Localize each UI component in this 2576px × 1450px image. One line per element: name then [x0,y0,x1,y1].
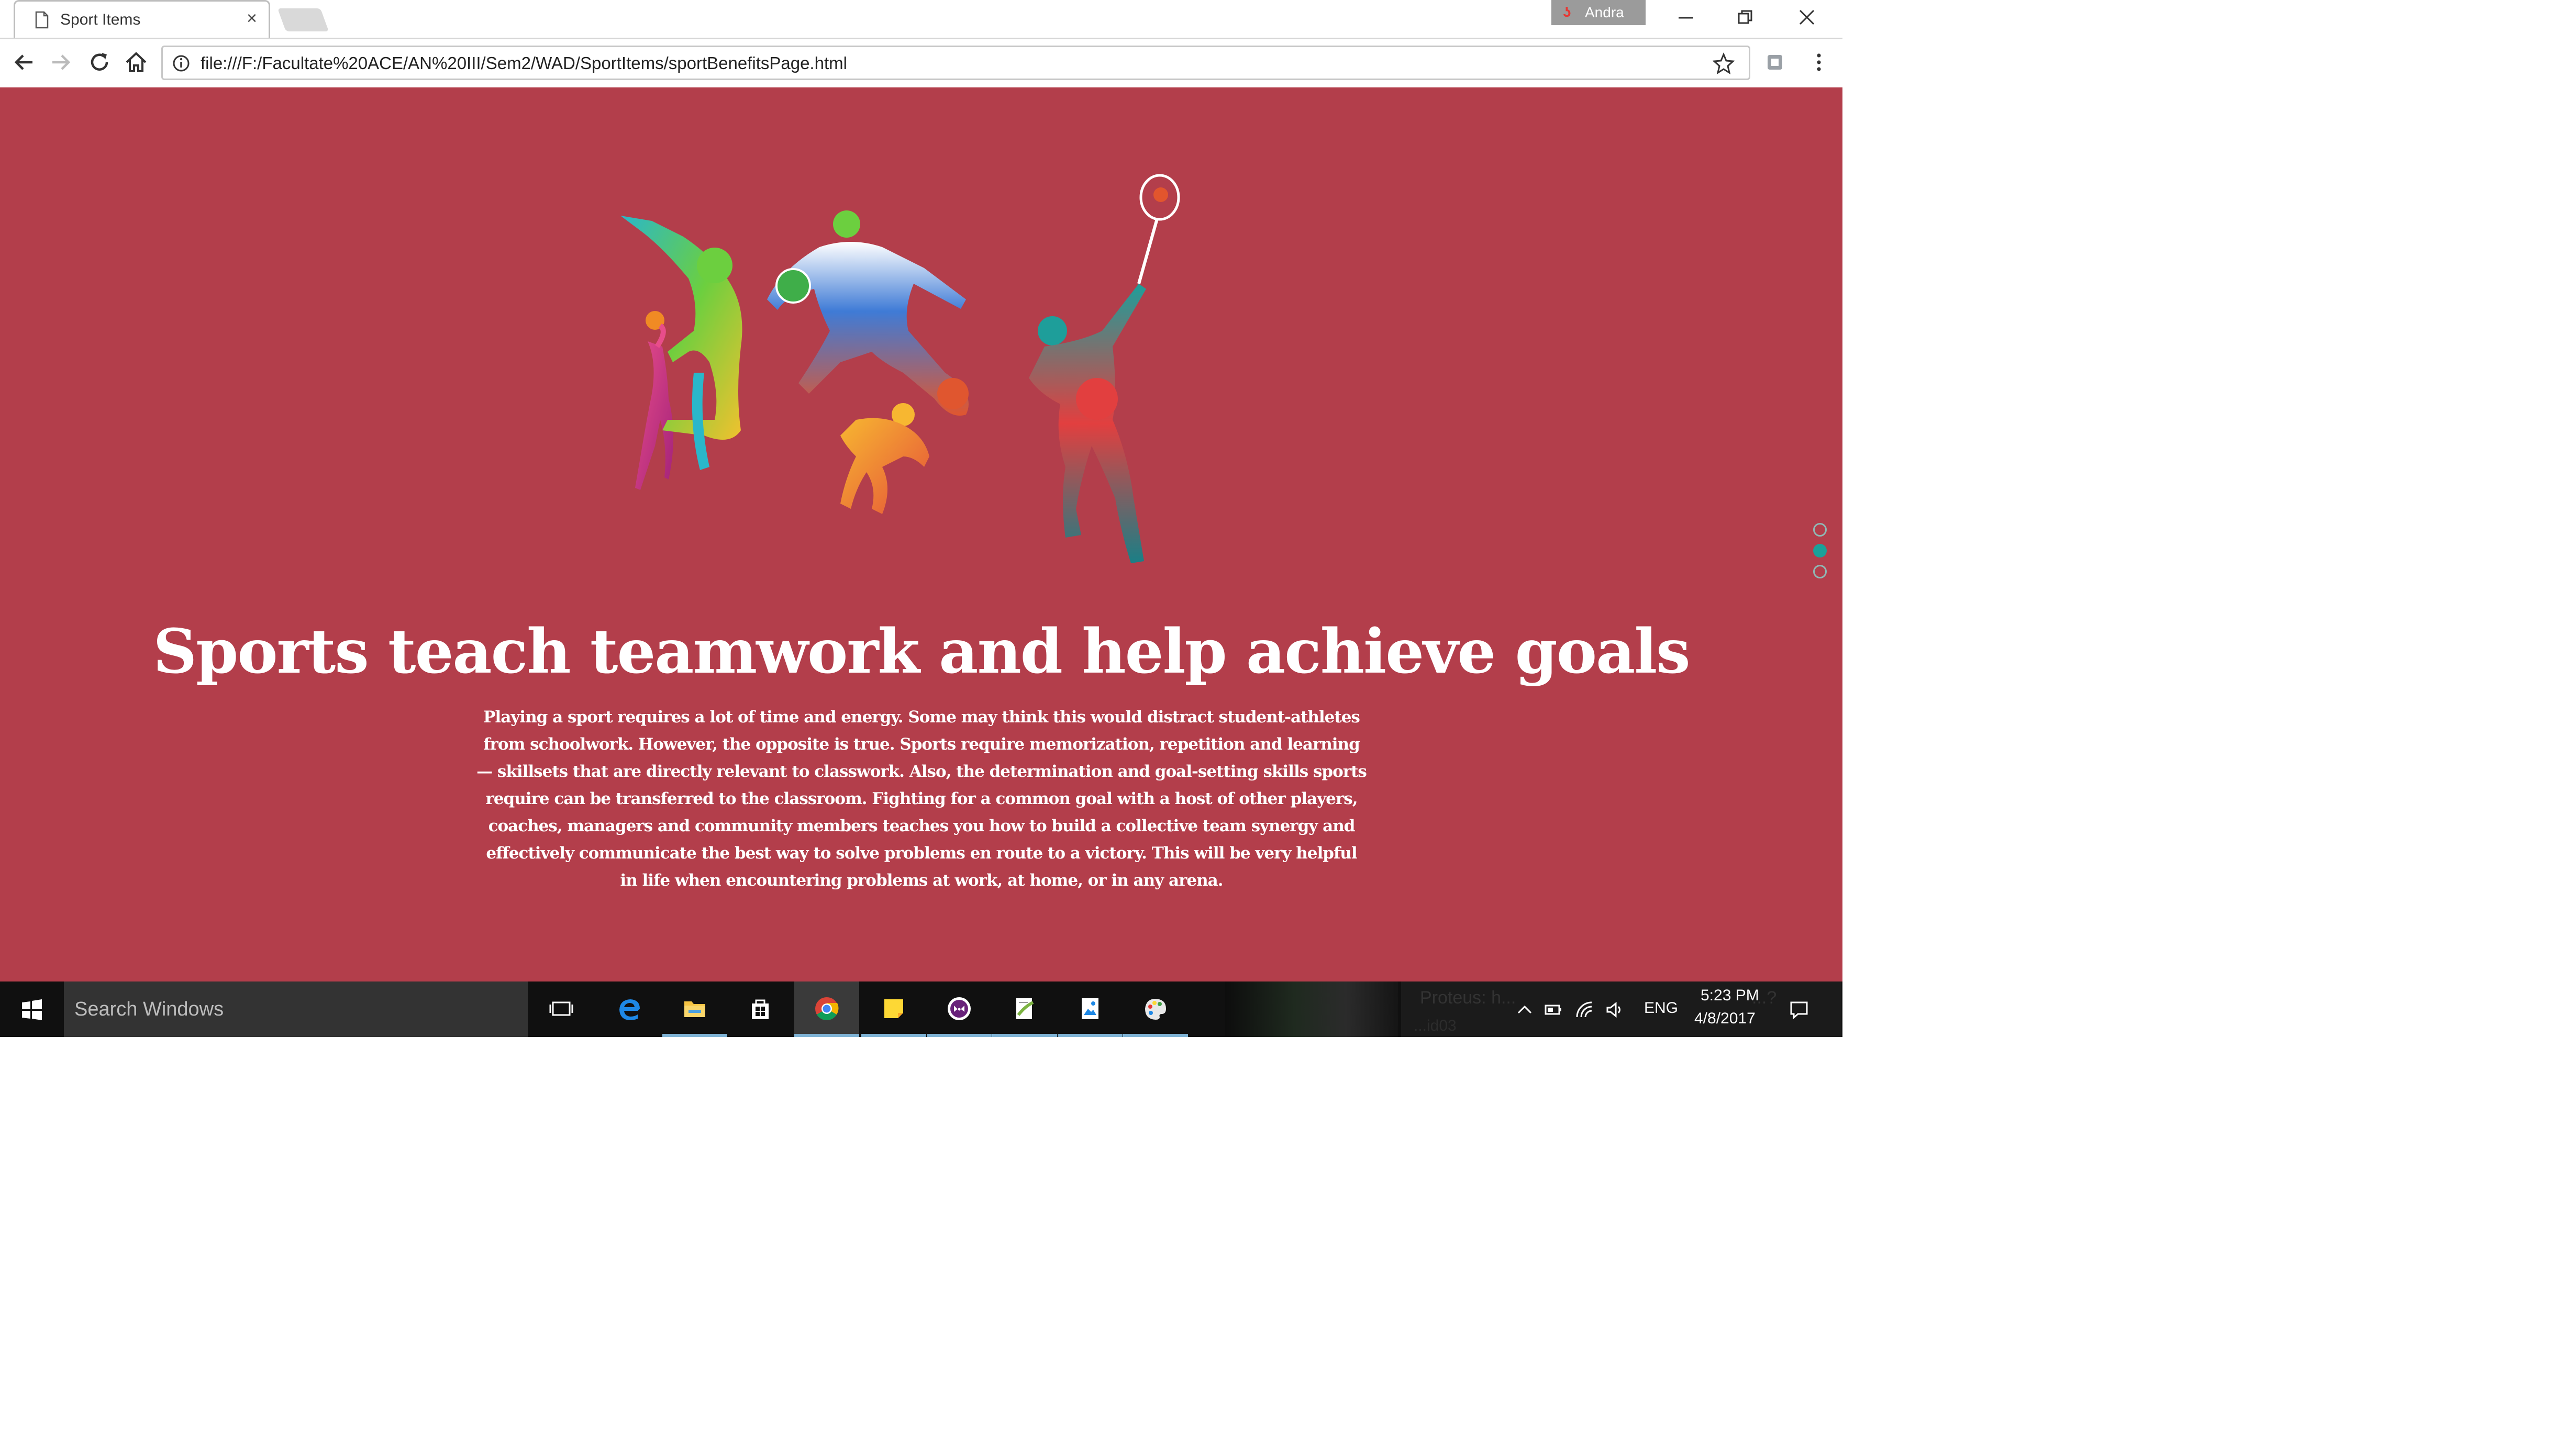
screen: Sport Items × ʖ Andra file:///F:/Faculta… [0,0,1842,1037]
action-center-icon[interactable] [1789,999,1809,1020]
close-window-button[interactable] [1779,0,1837,35]
notification-peek-subtext: ...id03 [1414,1017,1457,1034]
restore-button[interactable] [1718,0,1776,35]
pager-dot-3[interactable] [1813,565,1827,578]
battery-icon[interactable] [1542,999,1563,1020]
clock-date[interactable]: 4/8/2017 [1694,1010,1756,1028]
info-icon[interactable] [172,54,190,72]
notification-peek[interactable]: Proteus: h... ...? ...id03 ENG 5:23 PM 4… [1401,981,1841,1037]
paint-palette-icon [1145,999,1166,1020]
minimize-icon [1679,17,1693,19]
taskbar-background-image [1225,981,1398,1037]
chrome-icon [815,997,839,1020]
bookmark-star-icon[interactable] [1713,52,1735,74]
windows-taskbar: Search Windows Proteus: h... ...? ...id0… [0,981,1842,1037]
close-tab-icon[interactable]: × [242,9,261,28]
volleyball-player-figure [635,311,673,490]
folder-icon [684,1001,705,1017]
profile-name: Andra [1585,4,1624,20]
address-bar[interactable]: file:///F:/Facultate%20ACE/AN%20III/Sem2… [161,46,1750,80]
restore-icon [1738,10,1752,24]
taskbar-notepad-plus[interactable] [992,981,1057,1037]
profile-button[interactable]: ʖ Andra [1551,0,1646,25]
new-tab-button[interactable] [277,8,329,31]
page-body-paragraph: Playing a sport requires a lot of time a… [476,708,1367,890]
notification-peek-text: Proteus: h... [1420,988,1516,1008]
back-icon[interactable] [12,50,37,75]
language-indicator[interactable]: ENG [1644,999,1678,1017]
windows-logo-icon [22,999,42,1020]
home-icon[interactable] [124,50,149,75]
page-icon [35,11,49,29]
clock-time[interactable]: 5:23 PM [1701,987,1759,1005]
edge-icon [619,999,640,1020]
taskbar-search-box[interactable]: Search Windows [64,981,528,1037]
task-view-button[interactable] [529,981,594,1037]
taskbar-paint[interactable] [1123,981,1188,1037]
taskbar-store[interactable] [728,981,793,1037]
visual-studio-icon [948,997,971,1020]
jumping-athlete-figure [767,210,969,416]
taskbar-sticky-notes[interactable] [861,981,926,1037]
notepad-plus-icon [1016,998,1034,1019]
taskbar-edge[interactable] [597,981,662,1037]
pager-dot-2-active[interactable] [1813,544,1827,557]
url-text[interactable]: file:///F:/Facultate%20ACE/AN%20III/Sem2… [201,53,847,73]
photos-icon [1082,998,1098,1019]
wifi-icon[interactable] [1574,999,1595,1020]
menu-kebab-icon[interactable] [1806,50,1831,75]
page-content: Sports teach teamwork and help achieve g… [0,87,1842,981]
tennis-player-figure [1029,174,1180,563]
pager-dot-1[interactable] [1813,523,1827,537]
chevron-up-icon[interactable] [1514,999,1535,1020]
taskbar-visual-studio[interactable] [927,981,992,1037]
sticky-note-icon [884,999,903,1018]
start-button[interactable] [0,981,64,1037]
profile-icon: ʖ [1563,4,1571,20]
browser-tab[interactable]: Sport Items × [14,0,270,38]
extension-icon[interactable] [1762,50,1787,75]
reload-icon[interactable] [87,50,112,75]
forward-icon[interactable] [48,50,73,75]
taskbar-file-explorer[interactable] [662,981,727,1037]
runner-figure [840,403,929,514]
minimize-button[interactable] [1659,0,1716,35]
taskbar-chrome[interactable] [794,981,859,1037]
close-icon [1799,9,1815,25]
browser-toolbar: file:///F:/Facultate%20ACE/AN%20III/Sem2… [0,39,1842,88]
search-placeholder[interactable]: Search Windows [74,998,224,1021]
tab-title: Sport Items [60,11,141,28]
page-headline: Sports teach teamwork and help achieve g… [153,616,1690,687]
task-view-icon [549,1001,573,1016]
store-icon [752,999,769,1019]
basketball-player-figure [620,216,742,470]
taskbar-photos[interactable] [1058,981,1123,1037]
sports-athletes-illustration [620,174,1180,563]
volume-icon[interactable] [1604,999,1625,1020]
tab-strip: Sport Items × ʖ Andra [0,0,1842,39]
